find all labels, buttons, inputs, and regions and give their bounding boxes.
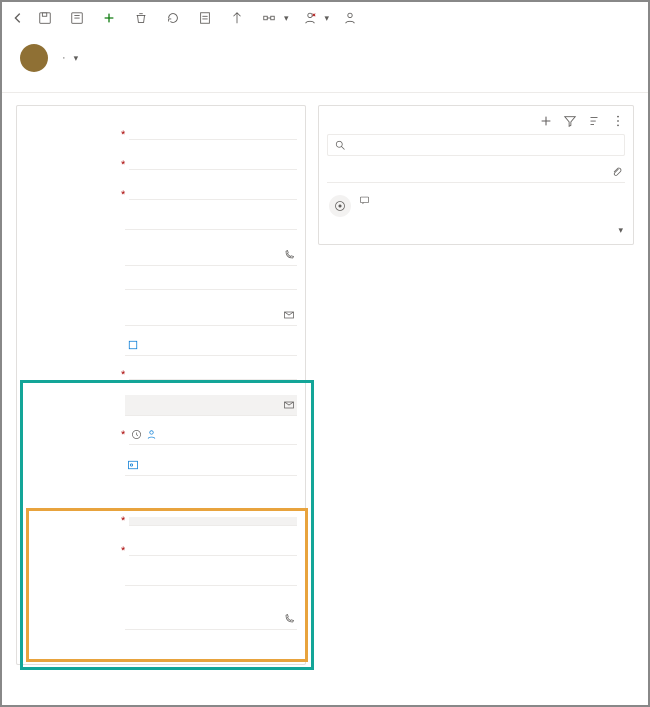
message-icon <box>359 195 370 206</box>
save-close-icon <box>70 11 84 25</box>
back-icon <box>11 11 25 25</box>
field-value[interactable] <box>129 131 297 140</box>
required-marker: * <box>117 429 129 441</box>
field-email[interactable] <box>17 300 305 330</box>
required-marker: * <box>117 545 129 557</box>
chevron-down-icon: ▾ <box>325 13 330 24</box>
field-value[interactable] <box>129 371 297 380</box>
plus-icon <box>102 11 116 25</box>
tab-bar <box>2 74 648 93</box>
timeline-item[interactable] <box>319 191 633 225</box>
record-icon <box>127 339 139 351</box>
timeline-section: ▾ <box>318 105 634 245</box>
field-tail-mobile-phone[interactable] <box>17 604 305 634</box>
assign-button[interactable] <box>337 9 367 27</box>
field-value[interactable] <box>125 221 297 230</box>
assign-icon <box>343 11 357 25</box>
delete-button[interactable] <box>128 9 158 27</box>
chevron-down-icon[interactable]: ▾ <box>74 53 79 64</box>
chevron-down-icon[interactable]: ▾ <box>618 225 623 236</box>
field-value[interactable] <box>125 281 297 290</box>
field-contact[interactable] <box>17 450 305 480</box>
section-title-general <box>17 480 305 506</box>
timeline-search[interactable] <box>327 134 625 156</box>
field-gi-first-name[interactable]: * <box>17 506 305 536</box>
qualify-button[interactable] <box>224 9 254 27</box>
field-value[interactable] <box>125 305 297 326</box>
field-value[interactable] <box>129 191 297 200</box>
contact-section: * * * <box>16 105 306 665</box>
field-email-address[interactable] <box>17 390 305 420</box>
field-business-phone[interactable] <box>17 240 305 270</box>
sort-icon[interactable] <box>587 114 601 128</box>
export-pdf-button[interactable] <box>192 9 222 27</box>
section-title-contact <box>17 106 305 120</box>
pdf-icon <box>198 11 212 25</box>
new-button[interactable] <box>96 9 126 27</box>
search-icon <box>334 139 346 151</box>
field-job-title[interactable] <box>17 210 305 240</box>
required-marker: * <box>117 515 129 527</box>
back-button[interactable] <box>6 6 30 30</box>
required-marker: * <box>117 129 129 141</box>
field-value[interactable] <box>125 395 297 416</box>
field-value[interactable] <box>129 425 297 445</box>
attachment-icon[interactable] <box>611 166 623 178</box>
save-button[interactable] <box>32 9 62 27</box>
avatar <box>20 44 48 72</box>
filter-icon[interactable] <box>563 114 577 128</box>
qualify-icon <box>230 11 244 25</box>
field-name[interactable]: * <box>17 360 305 390</box>
form-body: * * * <box>2 93 648 677</box>
disqualify-icon <box>303 11 317 25</box>
refresh-button[interactable] <box>160 9 190 27</box>
timeline-note-input[interactable] <box>327 162 625 183</box>
person-icon <box>146 429 157 440</box>
plus-icon[interactable] <box>539 114 553 128</box>
field-value[interactable] <box>125 577 297 586</box>
field-value[interactable] <box>129 547 297 556</box>
required-marker: * <box>117 159 129 171</box>
field-value[interactable] <box>125 245 297 266</box>
mail-icon[interactable] <box>283 399 295 411</box>
field-value[interactable] <box>125 645 297 653</box>
required-marker: * <box>117 189 129 201</box>
process-button[interactable]: ▾ <box>256 9 295 27</box>
field-value[interactable] <box>129 517 297 526</box>
field-last-name[interactable]: * <box>17 180 305 210</box>
phone-icon[interactable] <box>283 613 295 625</box>
disqualify-button[interactable]: ▾ <box>297 9 336 27</box>
field-owner[interactable]: * <box>17 420 305 450</box>
save-close-button[interactable] <box>64 9 94 27</box>
field-gi-fax[interactable] <box>17 566 305 596</box>
record-header: · ▾ <box>2 34 648 74</box>
field-sample-entity[interactable] <box>17 330 305 360</box>
save-icon <box>38 11 52 25</box>
trash-icon <box>134 11 148 25</box>
chevron-down-icon: ▾ <box>284 13 289 24</box>
autopost-icon <box>329 195 351 217</box>
field-value[interactable] <box>125 455 297 476</box>
field-value[interactable] <box>125 609 297 630</box>
field-mobile-phone[interactable] <box>17 270 305 300</box>
field-value[interactable] <box>129 161 297 170</box>
field-gi-last-name[interactable]: * <box>17 536 305 566</box>
page-subtitle: · ▾ <box>58 52 78 64</box>
field-topic[interactable]: * <box>17 120 305 150</box>
required-marker: * <box>117 369 129 381</box>
refresh-icon <box>166 11 180 25</box>
field-value[interactable] <box>125 335 297 356</box>
mail-icon[interactable] <box>283 309 295 321</box>
more-icon[interactable] <box>611 114 625 128</box>
field-first-name[interactable]: * <box>17 150 305 180</box>
clock-icon <box>131 429 142 440</box>
field-contact-method[interactable] <box>17 634 305 664</box>
phone-icon[interactable] <box>283 249 295 261</box>
command-bar: ▾ ▾ <box>2 2 648 34</box>
contact-icon <box>127 459 139 471</box>
process-icon <box>262 11 276 25</box>
